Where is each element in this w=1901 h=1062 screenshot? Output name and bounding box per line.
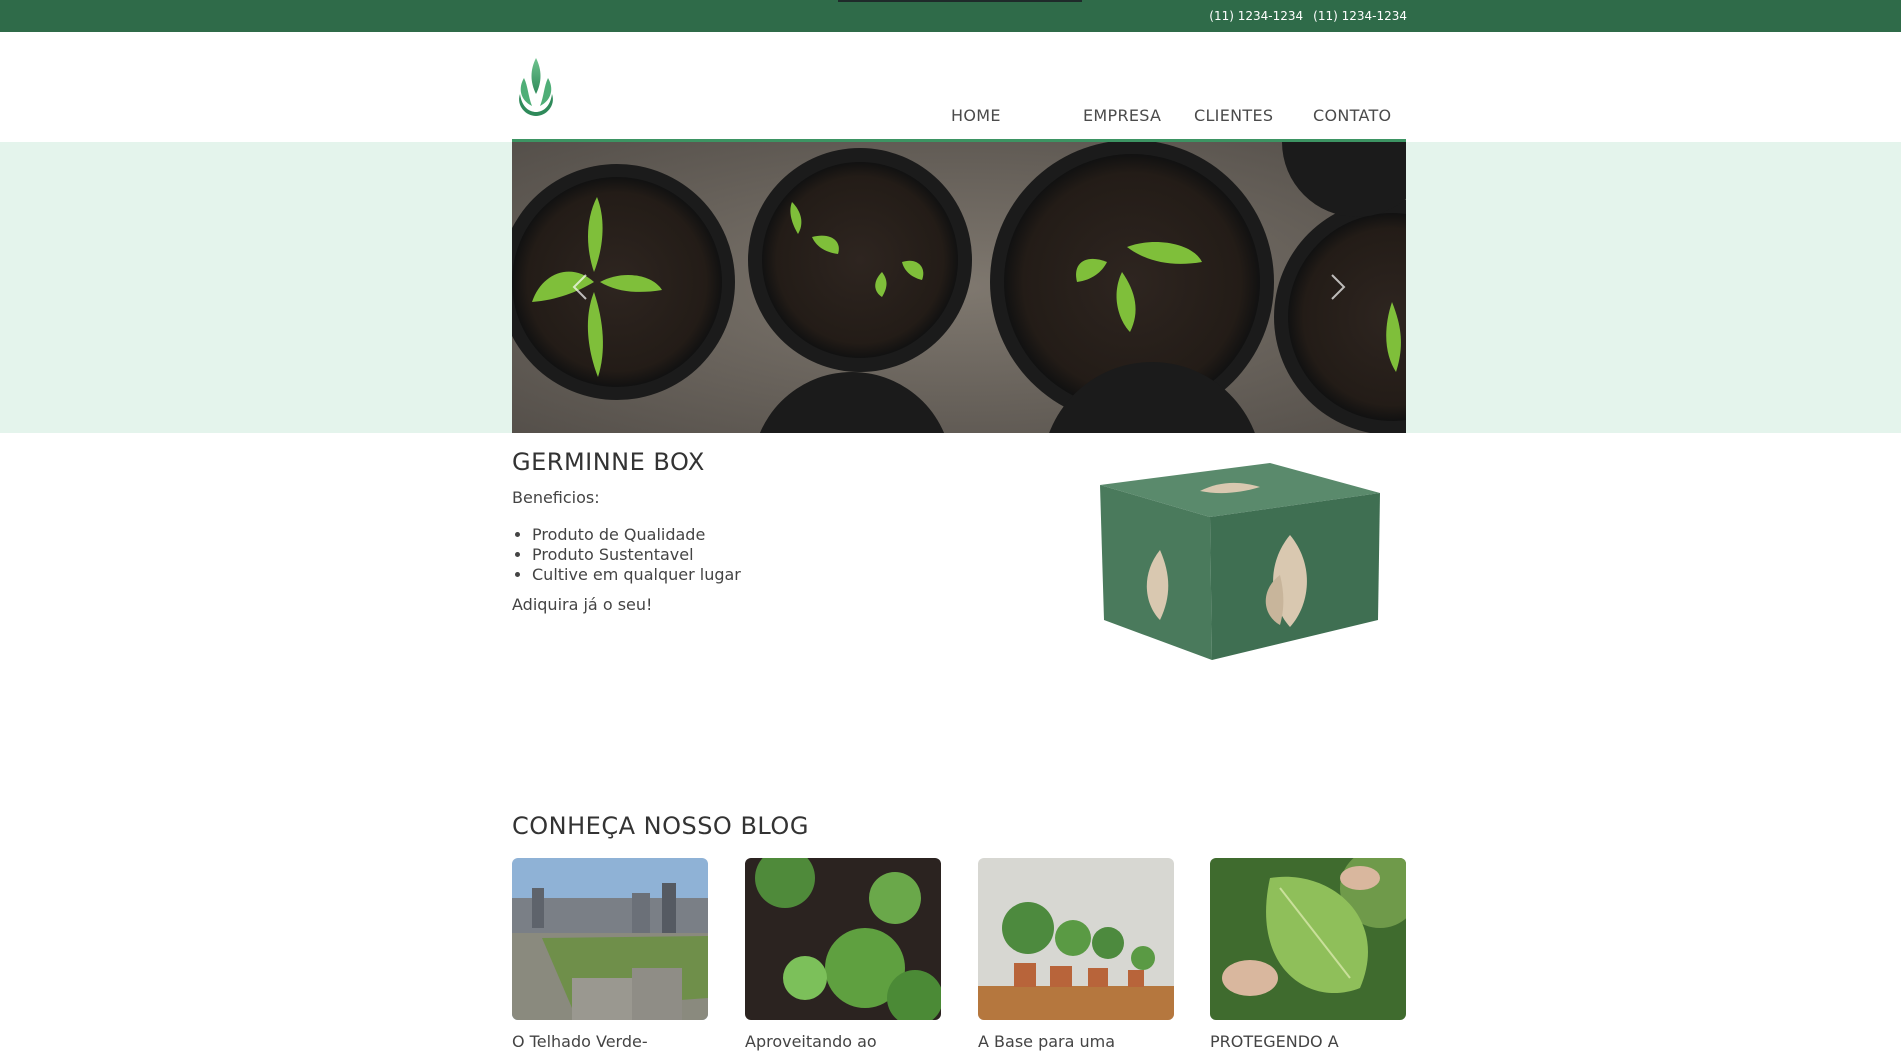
blog-card[interactable]: A Base para uma [978, 858, 1174, 1052]
nav-clientes[interactable]: CLIENTES [1176, 106, 1295, 125]
hero-seedlings-image [512, 142, 1406, 433]
main-nav: HOME EMPRESA CLIENTES CONTATO [930, 106, 1405, 125]
top-bar: (11) 1234-1234 (11) 1234-1234 [0, 0, 1901, 32]
phone-numbers: (11) 1234-1234 (11) 1234-1234 [1209, 0, 1407, 32]
purchase-cta-text: Adiquira já o seu! [512, 595, 653, 614]
blog-caption[interactable]: O Telhado Verde- [512, 1032, 708, 1052]
hero-carousel[interactable] [512, 142, 1406, 433]
product-title: GERMINNE BOX [512, 448, 705, 476]
nav-empresa[interactable]: EMPRESA [1056, 106, 1176, 125]
blog-thumb-potted-plants[interactable] [978, 858, 1174, 1020]
benefits-list: Produto de Qualidade Produto Sustentavel… [512, 525, 741, 585]
site-header: HOME EMPRESA CLIENTES CONTATO [0, 32, 1901, 142]
blog-title: CONHEÇA NOSSO BLOG [512, 812, 809, 840]
carousel-next-icon[interactable] [1316, 267, 1356, 307]
top-bar-tab [838, 0, 1082, 2]
benefit-item: Produto de Qualidade [532, 525, 741, 545]
blog-thumb-leaf-inspection[interactable] [1210, 858, 1406, 1020]
blog-card[interactable]: Aproveitando ao [745, 858, 941, 1052]
blog-caption[interactable]: Aproveitando ao [745, 1032, 941, 1052]
benefit-item: Cultive em qualquer lugar [532, 565, 741, 585]
phone-number-2: (11) 1234-1234 [1313, 9, 1407, 23]
leaf-logo-icon[interactable] [512, 54, 560, 120]
benefits-label: Beneficios: [512, 488, 600, 507]
blog-caption[interactable]: PROTEGENDO A [1210, 1032, 1406, 1052]
blog-caption[interactable]: A Base para uma [978, 1032, 1174, 1052]
blog-card[interactable]: O Telhado Verde- [512, 858, 708, 1052]
benefit-item: Produto Sustentavel [532, 545, 741, 565]
carousel-prev-icon[interactable] [562, 267, 602, 307]
blog-thumb-rooftop-garden[interactable] [512, 858, 708, 1020]
nav-contato[interactable]: CONTATO [1295, 106, 1405, 125]
phone-number-1: (11) 1234-1234 [1209, 9, 1304, 23]
germinne-box-image [1100, 463, 1380, 660]
blog-thumb-herbs[interactable] [745, 858, 941, 1020]
blog-card[interactable]: PROTEGENDO A [1210, 858, 1406, 1052]
nav-home[interactable]: HOME [930, 106, 1056, 125]
